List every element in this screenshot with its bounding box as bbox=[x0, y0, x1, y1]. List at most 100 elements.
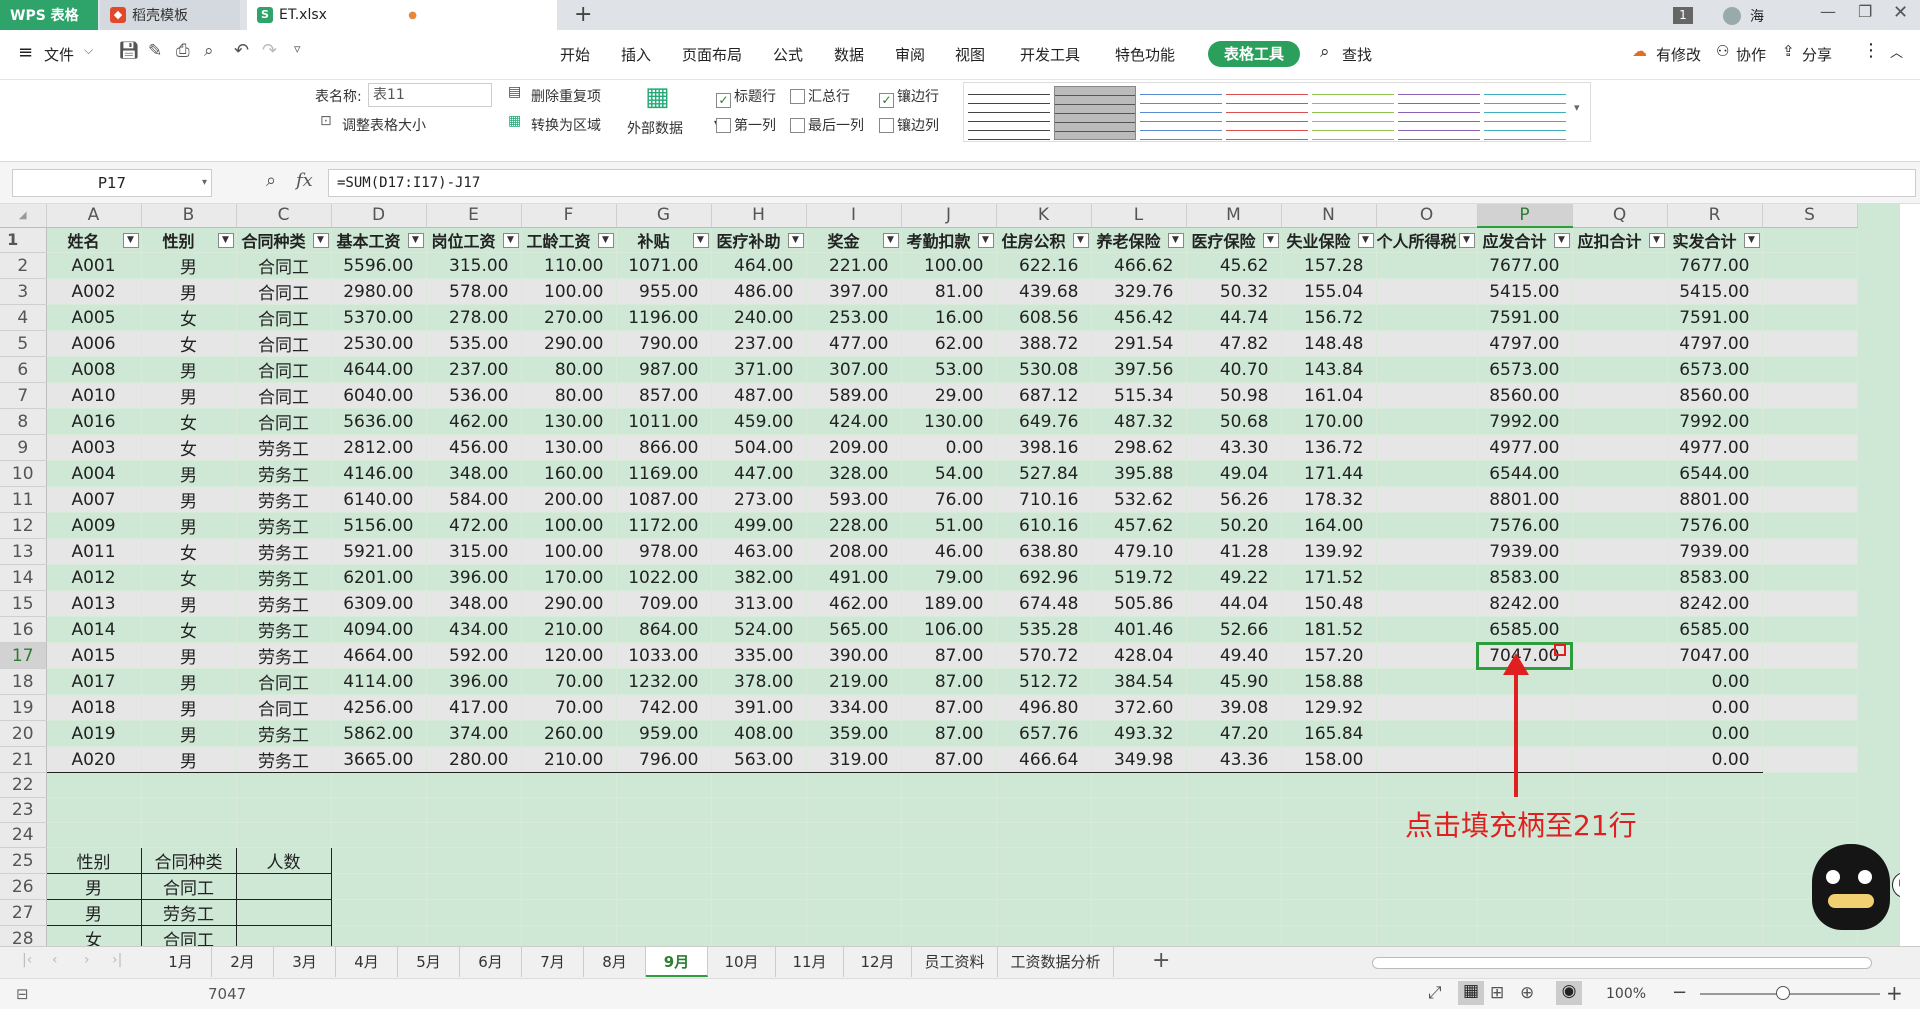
data-cell[interactable]: 328.00 bbox=[806, 460, 902, 487]
data-cell[interactable]: 70.00 bbox=[521, 694, 617, 721]
data-cell[interactable]: 710.16 bbox=[996, 486, 1092, 513]
empty-cell[interactable] bbox=[901, 772, 997, 798]
data-cell[interactable]: 劳务工 bbox=[236, 564, 332, 591]
menu-item-view[interactable]: 视图 bbox=[955, 44, 985, 65]
empty-cell[interactable] bbox=[711, 873, 807, 900]
empty-cell[interactable] bbox=[1667, 925, 1763, 946]
data-cell[interactable]: 劳务工 bbox=[236, 616, 332, 643]
data-cell[interactable]: 4797.00 bbox=[1667, 330, 1763, 357]
empty-cell[interactable] bbox=[1762, 564, 1858, 591]
data-cell[interactable]: 45.62 bbox=[1186, 252, 1282, 279]
filter-dropdown-icon[interactable]: ▼ bbox=[692, 232, 709, 248]
empty-cell[interactable] bbox=[1762, 278, 1858, 305]
format-painter-icon[interactable]: ✎ bbox=[148, 41, 162, 61]
column-header[interactable]: H bbox=[711, 204, 807, 228]
data-cell[interactable]: 592.00 bbox=[426, 642, 522, 669]
data-cell[interactable]: 5156.00 bbox=[331, 512, 427, 539]
avatar[interactable] bbox=[1723, 7, 1741, 25]
field-header[interactable]: 医疗保险 ▼ bbox=[1186, 227, 1282, 253]
data-cell[interactable]: 1071.00 bbox=[616, 252, 712, 279]
data-cell[interactable]: 273.00 bbox=[711, 486, 807, 513]
row-header[interactable]: 6 bbox=[0, 356, 47, 383]
data-cell[interactable]: 49.40 bbox=[1186, 642, 1282, 669]
empty-cell[interactable] bbox=[521, 822, 617, 848]
empty-cell[interactable] bbox=[331, 873, 427, 900]
option-last-column[interactable]: 最后一列 bbox=[790, 115, 864, 135]
data-cell[interactable]: 157.20 bbox=[1281, 642, 1377, 669]
empty-cell[interactable] bbox=[1281, 925, 1377, 946]
summary-cell[interactable]: 男 bbox=[45, 873, 142, 900]
data-cell[interactable]: 439.68 bbox=[996, 278, 1092, 305]
data-cell[interactable]: 335.00 bbox=[711, 642, 807, 669]
column-header[interactable]: S bbox=[1762, 204, 1858, 228]
data-cell[interactable] bbox=[1477, 720, 1573, 747]
data-cell[interactable]: 210.00 bbox=[521, 746, 617, 773]
data-cell[interactable]: 5415.00 bbox=[1667, 278, 1763, 305]
data-cell[interactable]: 女 bbox=[141, 538, 237, 565]
field-header[interactable]: 工龄工资 ▼ bbox=[521, 227, 617, 253]
data-cell[interactable]: A007 bbox=[46, 486, 142, 513]
row-header[interactable]: 13 bbox=[0, 538, 47, 565]
sheet-tab[interactable]: 2月 bbox=[212, 947, 274, 977]
data-cell[interactable]: 4256.00 bbox=[331, 694, 427, 721]
option-first-column[interactable]: 第一列 bbox=[716, 115, 776, 135]
menu-item-developer[interactable]: 开发工具 bbox=[1020, 44, 1080, 65]
data-cell[interactable]: 合同工 bbox=[236, 408, 332, 435]
data-cell[interactable]: 8801.00 bbox=[1667, 486, 1763, 513]
print-icon[interactable]: ⎙ bbox=[176, 41, 190, 61]
column-header[interactable]: M bbox=[1186, 204, 1282, 228]
sheet-tab[interactable]: 12月 bbox=[844, 947, 912, 977]
data-cell[interactable]: 47.20 bbox=[1186, 720, 1282, 747]
empty-cell[interactable] bbox=[806, 873, 902, 900]
filter-dropdown-icon[interactable]: ▼ bbox=[217, 232, 234, 248]
data-cell[interactable]: 487.00 bbox=[711, 382, 807, 409]
data-cell[interactable]: 535.28 bbox=[996, 616, 1092, 643]
data-cell[interactable]: 1033.00 bbox=[616, 642, 712, 669]
window-count-badge[interactable]: 1 bbox=[1673, 7, 1693, 24]
data-cell[interactable]: 388.72 bbox=[996, 330, 1092, 357]
eye-protection-icon[interactable]: ◉ bbox=[1556, 981, 1582, 1005]
empty-cell[interactable] bbox=[1477, 847, 1573, 874]
data-cell[interactable]: 80.00 bbox=[521, 356, 617, 383]
field-header[interactable]: 应扣合计 ▼ bbox=[1572, 227, 1668, 253]
data-cell[interactable] bbox=[1376, 564, 1478, 591]
row-header[interactable]: 26 bbox=[0, 873, 47, 900]
data-cell[interactable]: 劳务工 bbox=[236, 434, 332, 461]
data-cell[interactable]: 劳务工 bbox=[236, 746, 332, 773]
last-sheet-icon[interactable]: ›| bbox=[112, 952, 122, 968]
menu-item-page-layout[interactable]: 页面布局 bbox=[682, 44, 742, 65]
data-cell[interactable]: 男 bbox=[141, 382, 237, 409]
new-tab-button[interactable]: + bbox=[574, 2, 592, 27]
save-icon[interactable]: 💾︎ bbox=[118, 41, 140, 61]
empty-cell[interactable] bbox=[236, 772, 332, 798]
data-cell[interactable]: 56.26 bbox=[1186, 486, 1282, 513]
empty-cell[interactable] bbox=[521, 899, 617, 926]
data-cell[interactable]: 253.00 bbox=[806, 304, 902, 331]
select-all-corner[interactable]: ◢ bbox=[0, 204, 47, 228]
empty-cell[interactable] bbox=[1477, 873, 1573, 900]
data-cell[interactable]: 315.00 bbox=[426, 252, 522, 279]
menu-item-special[interactable]: 特色功能 bbox=[1115, 44, 1175, 65]
data-cell[interactable]: 496.80 bbox=[996, 694, 1092, 721]
data-cell[interactable]: 334.00 bbox=[806, 694, 902, 721]
empty-cell[interactable] bbox=[806, 797, 902, 823]
data-cell[interactable]: 319.00 bbox=[806, 746, 902, 773]
empty-cell[interactable] bbox=[1477, 899, 1573, 926]
empty-cell[interactable] bbox=[426, 873, 522, 900]
row-header[interactable]: 7 bbox=[0, 382, 47, 409]
data-cell[interactable]: 155.04 bbox=[1281, 278, 1377, 305]
column-header[interactable]: R bbox=[1667, 204, 1763, 228]
table-name-input[interactable]: 表11 bbox=[368, 83, 492, 107]
data-cell[interactable]: 578.00 bbox=[426, 278, 522, 305]
data-cell[interactable]: 959.00 bbox=[616, 720, 712, 747]
data-cell[interactable]: 87.00 bbox=[901, 668, 997, 695]
empty-cell[interactable] bbox=[1186, 873, 1282, 900]
data-cell[interactable]: 237.00 bbox=[426, 356, 522, 383]
data-cell[interactable]: 742.00 bbox=[616, 694, 712, 721]
data-cell[interactable]: 劳务工 bbox=[236, 538, 332, 565]
data-cell[interactable] bbox=[1376, 330, 1478, 357]
filter-dropdown-icon[interactable]: ▼ bbox=[407, 232, 424, 248]
empty-cell[interactable] bbox=[1091, 873, 1187, 900]
empty-cell[interactable] bbox=[711, 847, 807, 874]
data-cell[interactable]: 170.00 bbox=[521, 564, 617, 591]
